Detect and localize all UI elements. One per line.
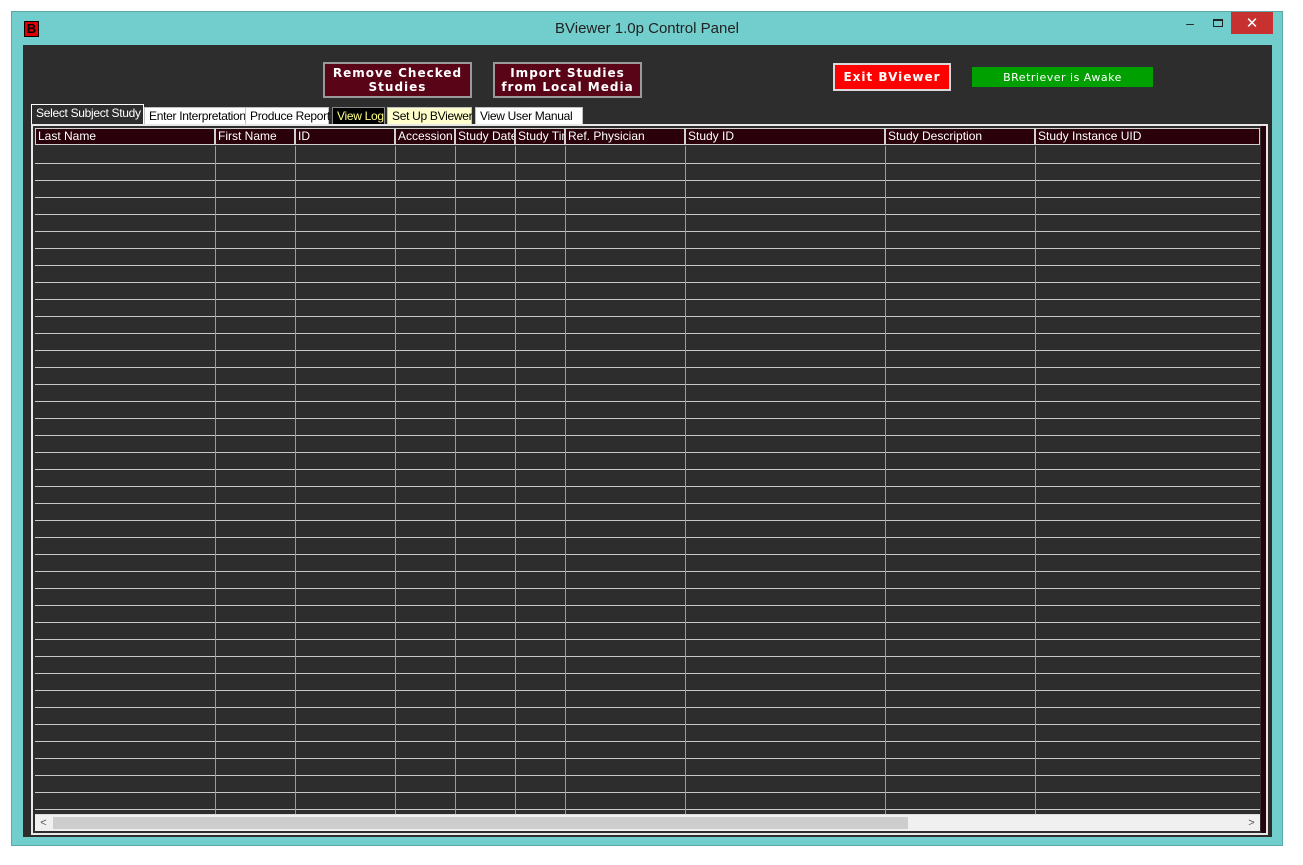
bretriever-status-badge: BRetriever is Awake — [972, 67, 1153, 87]
table-row[interactable] — [35, 469, 1260, 470]
table-row[interactable] — [35, 248, 1260, 249]
table-row[interactable] — [35, 418, 1260, 419]
table-row[interactable] — [35, 265, 1260, 266]
app-window: B BViewer 1.0p Control Panel – ✕ Remove … — [11, 11, 1283, 846]
window-title: BViewer 1.0p Control Panel — [555, 20, 739, 37]
column-divider — [565, 146, 566, 815]
table-row[interactable] — [35, 333, 1260, 334]
table-row[interactable] — [35, 656, 1260, 657]
table-row[interactable] — [35, 588, 1260, 589]
table-row[interactable] — [35, 571, 1260, 572]
column-divider — [215, 146, 216, 815]
table-row[interactable] — [35, 350, 1260, 351]
column-divider — [455, 146, 456, 815]
table-row[interactable] — [35, 673, 1260, 674]
maximize-glyph — [1213, 19, 1223, 27]
remove-button-line2: Studies — [368, 80, 427, 94]
column-header-ref-physician[interactable]: Ref. Physician — [565, 128, 685, 145]
table-row[interactable] — [35, 367, 1260, 368]
tab-view-user-manual[interactable]: View User Manual — [475, 107, 583, 125]
table-row[interactable] — [35, 316, 1260, 317]
import-button-line2: from Local Media — [501, 80, 634, 94]
table-body — [35, 146, 1260, 815]
table-row[interactable] — [35, 775, 1260, 776]
tab-set-up-bviewer[interactable]: Set Up BViewer — [387, 107, 473, 125]
table-row[interactable] — [35, 554, 1260, 555]
close-icon[interactable]: ✕ — [1231, 12, 1273, 34]
table-row[interactable] — [35, 520, 1260, 521]
import-button-line1: Import Studies — [510, 66, 625, 80]
remove-button-line1: Remove Checked — [332, 66, 463, 80]
table-row[interactable] — [35, 163, 1260, 164]
column-divider — [395, 146, 396, 815]
table-row[interactable] — [35, 384, 1260, 385]
table-row[interactable] — [35, 282, 1260, 283]
control-panel: Remove Checked Studies Import Studies fr… — [23, 45, 1272, 837]
table-row[interactable] — [35, 605, 1260, 606]
scroll-right-icon[interactable]: > — [1243, 815, 1260, 831]
import-studies-button[interactable]: Import Studies from Local Media — [493, 62, 642, 98]
column-header-study-description[interactable]: Study Description — [885, 128, 1035, 145]
maximize-icon[interactable] — [1205, 12, 1231, 34]
column-header-study-id[interactable]: Study ID — [685, 128, 885, 145]
table-row[interactable] — [35, 690, 1260, 691]
column-header-last-name[interactable]: Last Name — [35, 128, 215, 145]
table-header: Last Name First Name ID Accession Study … — [35, 128, 1260, 146]
table-row[interactable] — [35, 214, 1260, 215]
table-row[interactable] — [35, 452, 1260, 453]
column-header-study-time[interactable]: Study Time — [515, 128, 565, 145]
table-row[interactable] — [35, 503, 1260, 504]
table-row[interactable] — [35, 401, 1260, 402]
column-header-accession[interactable]: Accession — [395, 128, 455, 145]
table-row[interactable] — [35, 809, 1260, 810]
scrollbar-thumb[interactable] — [53, 817, 908, 829]
table-row[interactable] — [35, 622, 1260, 623]
table-row[interactable] — [35, 299, 1260, 300]
table-row[interactable] — [35, 435, 1260, 436]
table-right-edge — [1261, 126, 1266, 833]
table-row[interactable] — [35, 724, 1260, 725]
exit-bviewer-button[interactable]: Exit BViewer — [833, 63, 951, 91]
remove-checked-studies-button[interactable]: Remove Checked Studies — [323, 62, 472, 98]
tab-produce-report[interactable]: Produce Report — [245, 107, 330, 125]
horizontal-scrollbar[interactable]: < > — [35, 814, 1260, 831]
tab-view-log[interactable]: View Log — [332, 107, 385, 125]
column-divider — [885, 146, 886, 815]
table-row[interactable] — [35, 537, 1260, 538]
column-header-study-date[interactable]: Study Date — [455, 128, 515, 145]
table-row[interactable] — [35, 707, 1260, 708]
column-header-first-name[interactable]: First Name — [215, 128, 295, 145]
table-row[interactable] — [35, 180, 1260, 181]
table-row[interactable] — [35, 197, 1260, 198]
column-divider — [515, 146, 516, 815]
column-header-study-instance-uid[interactable]: Study Instance UID — [1035, 128, 1260, 145]
column-divider — [1035, 146, 1036, 815]
study-grid[interactable]: Last Name First Name ID Accession Study … — [35, 128, 1260, 815]
table-row[interactable] — [35, 486, 1260, 487]
tab-enter-interpretation[interactable]: Enter Interpretation — [144, 107, 257, 125]
column-divider — [685, 146, 686, 815]
title-bar[interactable]: B BViewer 1.0p Control Panel – ✕ — [12, 12, 1282, 44]
column-divider — [295, 146, 296, 815]
scroll-left-icon[interactable]: < — [35, 815, 52, 831]
table-row[interactable] — [35, 792, 1260, 793]
tab-select-subject-study[interactable]: Select Subject Study — [31, 104, 144, 125]
table-row[interactable] — [35, 639, 1260, 640]
table-row[interactable] — [35, 231, 1260, 232]
column-header-id[interactable]: ID — [295, 128, 395, 145]
table-row[interactable] — [35, 758, 1260, 759]
table-row[interactable] — [35, 741, 1260, 742]
minimize-icon[interactable]: – — [1177, 12, 1203, 34]
study-list-table: Last Name First Name ID Accession Study … — [31, 124, 1268, 835]
